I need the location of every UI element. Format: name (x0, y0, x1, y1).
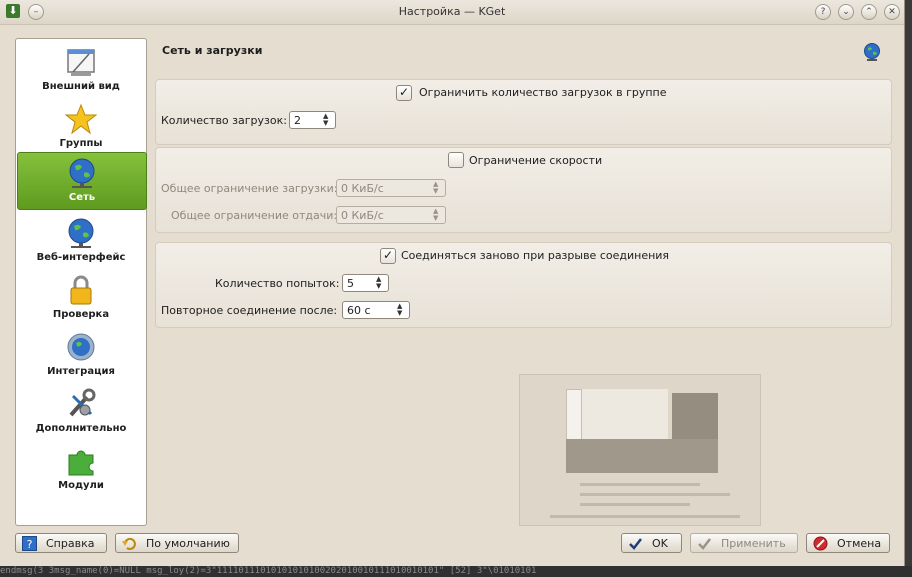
apply-button-label: Применить (721, 537, 786, 550)
maximize-button[interactable]: ⌃ (861, 4, 877, 20)
sidebar-item-label: Модули (58, 480, 104, 491)
sidebar-item-label: Веб-интерфейс (36, 252, 126, 263)
appearance-icon (65, 46, 97, 78)
titlebar: ⬇ – Настройка — KGet ? ⌄ ⌃ ✕ (0, 0, 904, 25)
download-limit-label: Общее ограничение загрузки: (161, 182, 338, 195)
spin-arrows-icon[interactable]: ▲ ▼ (433, 181, 442, 195)
preview-line (550, 515, 740, 518)
spin-arrows-icon[interactable]: ▲ ▼ (433, 208, 442, 222)
background-terminal-text: endmsg(3 3msg_name(0)=NULL msg_loy(2)=3"… (0, 566, 912, 577)
page-title: Сеть и загрузки (162, 44, 263, 57)
reset-defaults-icon (122, 536, 137, 551)
apply-button[interactable]: Применить (690, 533, 798, 553)
ok-button[interactable]: OK (621, 533, 682, 553)
sidebar-item-label: Интеграция (47, 366, 115, 377)
download-count-value: 2 (294, 114, 301, 127)
minimize-button[interactable]: ⌄ (838, 4, 854, 20)
globe-web-icon (65, 217, 97, 249)
defaults-button[interactable]: По умолчанию (115, 533, 239, 553)
attempts-value: 5 (347, 277, 354, 290)
attempts-spinbox[interactable]: 5 ▲ ▼ (342, 274, 389, 292)
sidebar-item-label: Проверка (52, 309, 110, 320)
tools-icon (65, 388, 97, 420)
limit-downloads-label: Ограничить количество загрузок в группе (419, 86, 667, 99)
help-icon: ? (22, 536, 37, 551)
sidebar-item-label: Группы (59, 138, 103, 149)
reconnect-checkbox[interactable]: ✓ (380, 248, 396, 264)
preview-line (580, 493, 730, 496)
spin-arrows-icon[interactable]: ▲ ▼ (397, 303, 406, 317)
sidebar-item-web-interface[interactable]: Веб-интерфейс (17, 213, 145, 269)
spin-arrows-icon[interactable]: ▲ ▼ (323, 113, 332, 127)
window-title: Настройка — KGet (398, 5, 506, 18)
lock-icon (65, 274, 97, 306)
globe-network-icon (66, 157, 98, 189)
spin-arrows-icon[interactable]: ▲ ▼ (376, 276, 385, 290)
download-count-label: Количество загрузок: (161, 114, 287, 127)
network-globe-icon (862, 42, 882, 62)
checkmark-icon (697, 536, 712, 551)
attempts-label: Количество попыток: (215, 277, 340, 290)
star-icon (64, 103, 98, 135)
preview-line (580, 483, 700, 486)
download-limit-value: 0 КиБ/с (341, 182, 384, 195)
checkmark-icon (628, 536, 643, 551)
svg-text:?: ? (27, 538, 33, 551)
sidebar-item-plugins[interactable]: Модули (17, 441, 145, 497)
speed-limit-group: Ограничение скорости Общее ограничение з… (155, 147, 892, 233)
sidebar-item-advanced[interactable]: Дополнительно (17, 384, 145, 440)
preview-terminal (566, 439, 718, 473)
reconnect-group: ✓ Соединяться заново при разрыве соедине… (155, 242, 892, 328)
category-sidebar: Внешний вид Группы Сеть Веб-интерфейс Пр… (15, 38, 147, 526)
upload-limit-label: Общее ограничение отдачи: (171, 209, 338, 222)
upload-limit-spinbox[interactable]: 0 КиБ/с ▲ ▼ (336, 206, 446, 224)
settings-window: ⬇ – Настройка — KGet ? ⌄ ⌃ ✕ Внешний вид… (0, 0, 905, 566)
cancel-icon (813, 536, 828, 551)
help-button-label: Справка (46, 537, 95, 550)
cancel-button-label: Отмена (837, 537, 882, 550)
speed-limit-label: Ограничение скорости (469, 154, 603, 167)
preview-content (568, 389, 668, 439)
upload-limit-value: 0 КиБ/с (341, 209, 384, 222)
sidebar-item-appearance[interactable]: Внешний вид (17, 42, 145, 98)
download-limit-spinbox[interactable]: 0 КиБ/с ▲ ▼ (336, 179, 446, 197)
reconnect-delay-value: 60 с (347, 304, 371, 317)
download-limit-group: ✓ Ограничить количество загрузок в групп… (155, 79, 892, 145)
globe-gear-icon (65, 331, 97, 363)
ok-button-label: OK (652, 537, 668, 550)
limit-downloads-checkbox[interactable]: ✓ (396, 85, 412, 101)
sidebar-item-label: Внешний вид (42, 81, 120, 92)
preview-line (580, 503, 690, 506)
defaults-button-label: По умолчанию (146, 537, 230, 550)
close-button[interactable]: ✕ (884, 4, 900, 20)
sidebar-item-label: Сеть (68, 192, 96, 203)
reconnect-label: Соединяться заново при разрыве соединени… (401, 249, 670, 262)
preview-sidebar (566, 389, 582, 441)
sidebar-item-groups[interactable]: Группы (17, 99, 145, 155)
speed-limit-checkbox[interactable] (448, 152, 464, 168)
help-title-button[interactable]: ? (815, 4, 831, 20)
window-preview-thumbnail (519, 374, 761, 526)
sidebar-item-verification[interactable]: Проверка (17, 270, 145, 326)
download-count-spinbox[interactable]: 2 ▲ ▼ (289, 111, 336, 129)
puzzle-icon (65, 445, 97, 477)
sidebar-item-network[interactable]: Сеть (17, 152, 147, 210)
reconnect-delay-spinbox[interactable]: 60 с ▲ ▼ (342, 301, 410, 319)
background-terminal (904, 0, 912, 566)
cancel-button[interactable]: Отмена (806, 533, 890, 553)
sidebar-item-integration[interactable]: Интеграция (17, 327, 145, 383)
reconnect-delay-label: Повторное соединение после: (161, 304, 338, 317)
sidebar-item-label: Дополнительно (35, 423, 127, 434)
help-button[interactable]: ? Справка (15, 533, 107, 553)
